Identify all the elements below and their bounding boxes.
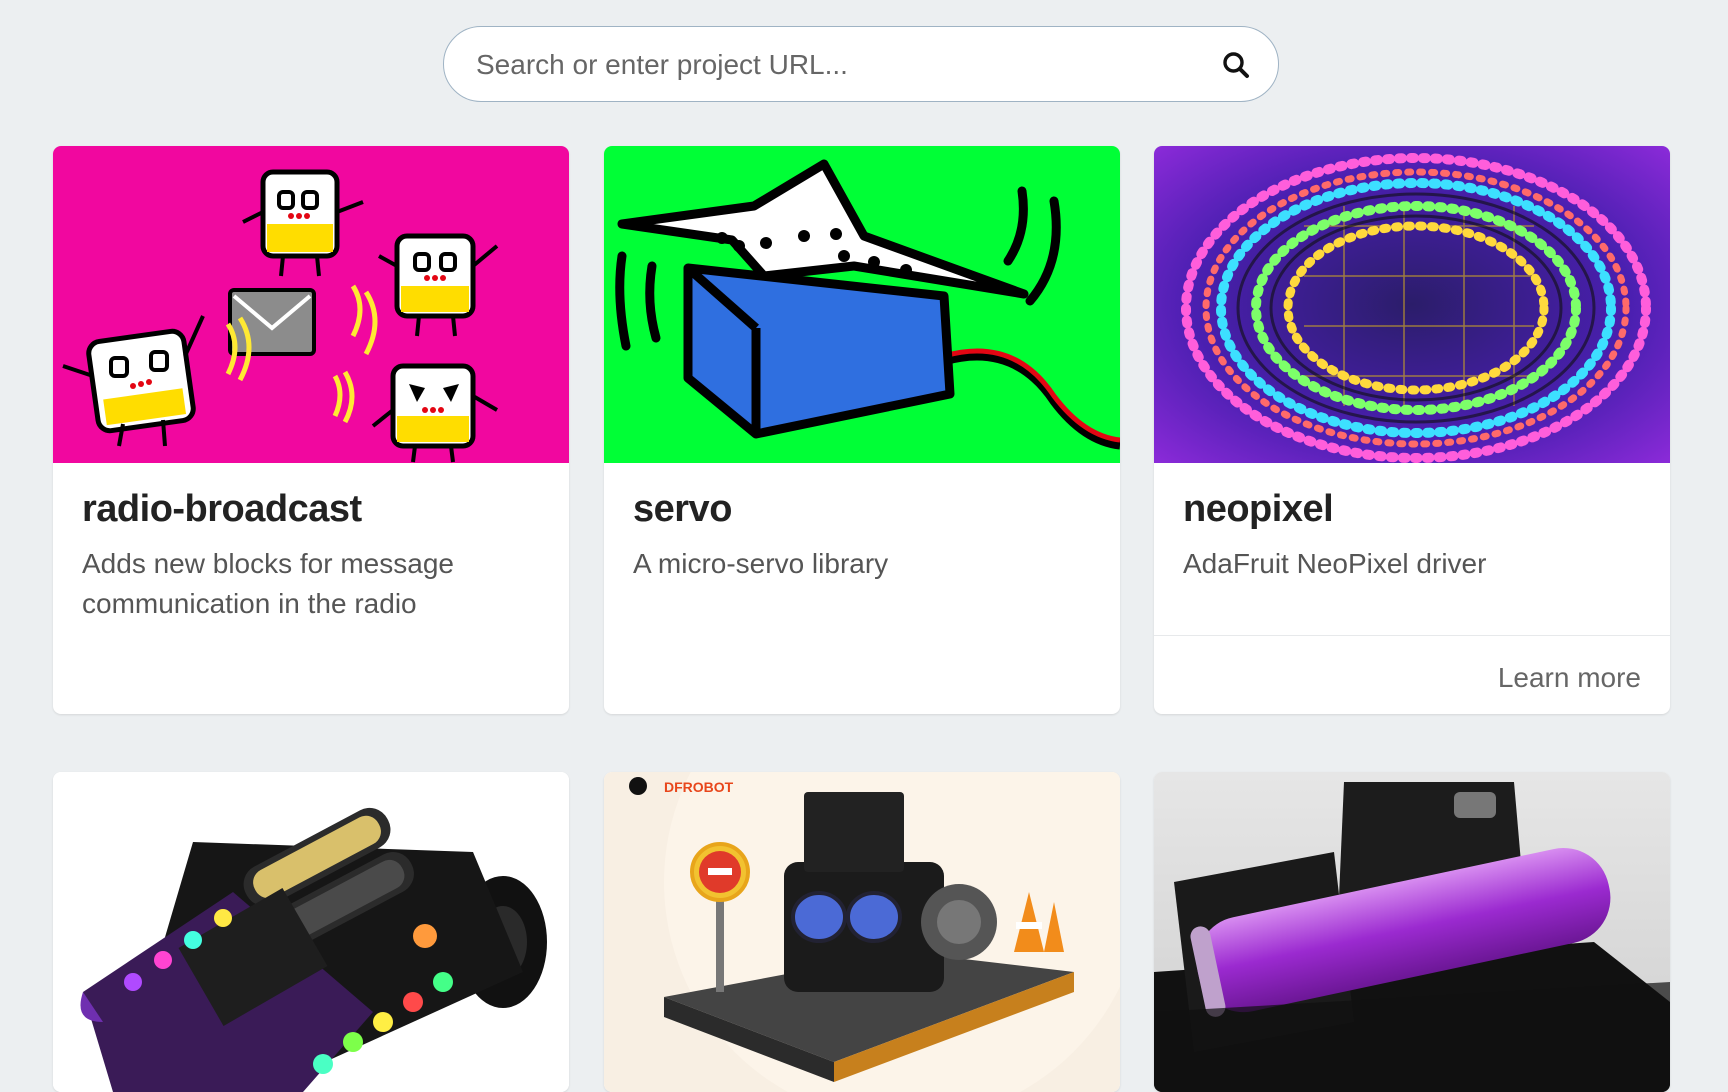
dfrobot-logo-icon [629,777,647,795]
extension-card-servo[interactable]: servo A micro-servo library [604,146,1120,714]
extension-card-battery-holder[interactable] [1154,772,1670,1092]
card-title: servo [633,488,732,530]
card-image: DFROBOT [604,772,1120,1092]
card-footer-divider [1154,635,1670,636]
radio-broadcast-illustration [53,146,569,463]
card-image [604,146,1120,463]
card-image [1154,146,1670,463]
dfrobot-maqueen-robot-photo: DFROBOT [604,772,1120,1092]
servo-illustration [604,146,1120,463]
microbit-battery-holder-photo [1154,772,1670,1092]
card-image [53,772,569,1092]
extension-card-dfrobot[interactable]: DFROBOT [604,772,1120,1092]
bitbot-robot-photo [53,772,569,1092]
card-image [1154,772,1670,1092]
search-bar[interactable] [443,26,1279,103]
card-title: neopixel [1183,488,1334,530]
search-icon[interactable] [1222,51,1250,79]
card-description: Adds new blocks for message communicatio… [82,548,454,619]
card-description: AdaFruit NeoPixel driver [1183,548,1487,579]
card-description: A micro-servo library [633,548,889,579]
card-image [53,146,569,463]
card-title: radio-broadcast [82,488,362,530]
dfrobot-logo-text: DFROBOT [664,779,734,795]
extension-card-neopixel[interactable]: neopixel AdaFruit NeoPixel driver Learn … [1154,146,1670,714]
extension-card-bitbot[interactable] [53,772,569,1092]
search-input[interactable] [474,27,1218,103]
neopixel-led-strip-photo [1154,146,1670,463]
learn-more-link[interactable]: Learn more [1498,662,1641,694]
extension-card-radio-broadcast[interactable]: radio-broadcast Adds new blocks for mess… [53,146,569,714]
